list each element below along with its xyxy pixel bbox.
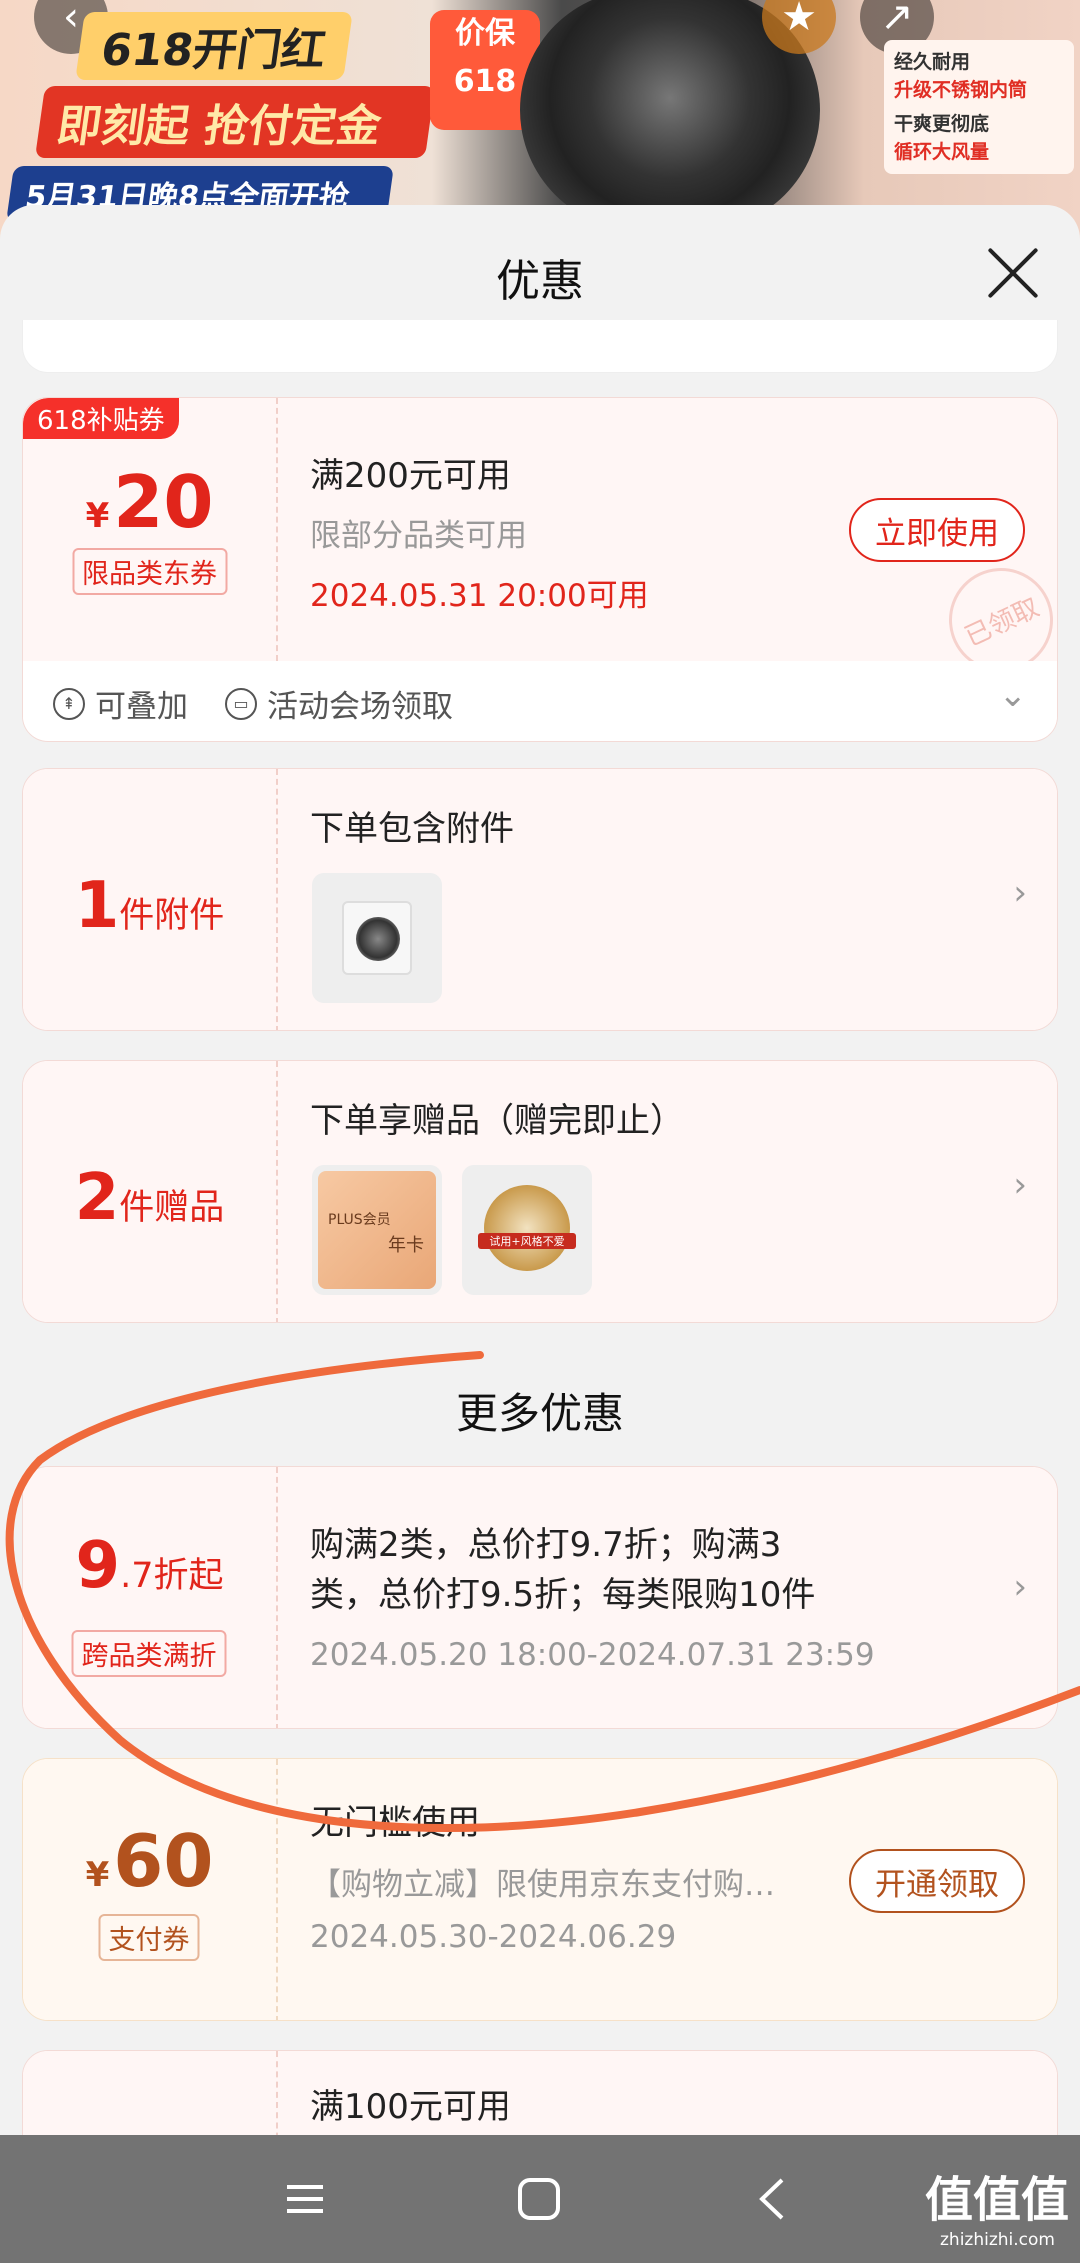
chevron-down-icon[interactable]: ⌄ — [999, 675, 1028, 715]
coupon-footer: ⇞ 可叠加 ▭ 活动会场领取 ⌄ — [23, 661, 1057, 737]
more-discounts-title: 更多优惠 — [455, 1389, 624, 1438]
gift-thumbnail-plus[interactable]: PLUS会员 年卡 — [312, 1165, 442, 1295]
plus-card-label: PLUS会员 — [328, 1212, 391, 1228]
plus-card-year: 年卡 — [388, 1235, 424, 1256]
chevron-right-icon[interactable]: › — [1013, 1165, 1027, 1205]
currency-symbol: ¥ — [85, 496, 110, 536]
home-square-icon — [518, 2178, 560, 2220]
coupon-right: 满200元可用 限部分品类可用 2024.05.31 20:00可用 立即使用 … — [310, 398, 1057, 690]
pay-coupon-type: 支付券 — [98, 1914, 200, 1961]
gift-card[interactable]: 2件赠品 下单享赠品（赠完即止） PLUS会员 年卡 试用+风格不爱 › — [22, 1060, 1058, 1323]
count-unit: 件附件 — [119, 896, 225, 936]
source-item: ▭ 活动会场领取 — [225, 681, 453, 726]
accessory-card[interactable]: 1件附件 下单包含附件 › — [22, 768, 1058, 1031]
promo-line-1: 618开门红 — [75, 12, 353, 80]
recent-apps-button[interactable] — [275, 2169, 335, 2229]
coupon-type: 限品类东券 — [72, 548, 227, 595]
chevron-right-icon[interactable]: › — [1013, 873, 1027, 913]
ticket-icon: ▭ — [225, 687, 257, 720]
coupon-amount: ¥20 — [23, 460, 276, 544]
stackable-label: 可叠加 — [95, 689, 188, 725]
close-icon[interactable] — [983, 243, 1043, 303]
star-icon: ★ — [781, 0, 817, 40]
washer-image — [342, 901, 412, 975]
system-nav-bar — [0, 2135, 1080, 2263]
payment-coupon-card[interactable]: ¥60 支付券 无门槛使用 【购物立减】限使用京东支付购… 2024.05.30… — [22, 1758, 1058, 2021]
stack-icon: ⇞ — [53, 687, 85, 720]
count-number: 1 — [74, 869, 120, 943]
count-unit: 件赠品 — [119, 1188, 225, 1228]
amount-value: 60 — [113, 1819, 214, 1903]
discount-small: .7折起 — [120, 1556, 224, 1596]
feature-list: 经久耐用 升级不锈钢内筒 干爽更彻底 循环大风量 — [884, 40, 1074, 174]
discount-time: 2024.05.20 18:00-2024.07.31 23:59 — [310, 1637, 875, 1673]
dashed-divider — [276, 1061, 278, 1322]
dashed-divider — [276, 1467, 278, 1728]
use-now-button[interactable]: 立即使用 — [849, 498, 1025, 562]
partial-coupon-title: 满100元可用 — [310, 2087, 511, 2127]
coupon-card-618[interactable]: 618补贴券 ¥20 限品类东券 满200元可用 限部分品类可用 2024.05… — [22, 397, 1058, 742]
coupon-tag: 618补贴券 — [23, 398, 179, 439]
pay-coupon-title: 无门槛使用 — [310, 1803, 480, 1843]
dashed-divider — [276, 2051, 278, 2135]
menu-icon — [287, 2185, 323, 2213]
product-banner: ‹ 618开门红 即刻起 抢付定金 5月31日晚8点全面开抢 价保 618 ★ … — [0, 0, 1080, 240]
dashed-divider — [276, 769, 278, 1030]
gift-count: 2件赠品 — [23, 1161, 276, 1235]
gift-thumbnail-badge[interactable]: 试用+风格不爱 — [462, 1165, 592, 1295]
coupon-left: 618补贴券 ¥20 限品类东券 — [23, 398, 276, 661]
accessory-count: 1件附件 — [23, 869, 276, 943]
previous-card-clipped — [22, 320, 1058, 373]
dashed-divider — [276, 1759, 278, 2020]
currency-symbol: ¥ — [85, 1855, 110, 1895]
share-icon: ↗ — [880, 0, 914, 40]
feature-title: 经久耐用 — [894, 51, 971, 73]
discount-sheet: 优惠 618补贴券 ¥20 限品类东券 满200元可用 限部分品类可用 2024… — [0, 205, 1080, 2135]
gift-title: 下单享赠品（赠完即止） — [310, 1101, 684, 1141]
count-number: 2 — [74, 1161, 120, 1235]
feature-title: 干爽更彻底 — [894, 113, 990, 135]
plus-card-image: PLUS会员 年卡 — [318, 1171, 436, 1289]
accessory-thumbnail[interactable] — [312, 873, 442, 1003]
accessory-title: 下单包含附件 — [310, 809, 514, 849]
stackable-item: ⇞ 可叠加 — [53, 681, 188, 726]
discount-value: 9.7折起 — [23, 1529, 276, 1603]
promo-line-2: 即刻起 抢付定金 — [34, 86, 436, 158]
promo-block: 618开门红 即刻起 抢付定金 5月31日晚8点全面开抢 — [6, 12, 436, 222]
feature-sub: 升级不锈钢内筒 — [894, 79, 1028, 101]
coupon-title: 满200元可用 — [310, 456, 511, 496]
pay-coupon-amount: ¥60 — [23, 1819, 276, 1903]
gold-badge-image: 试用+风格不爱 — [478, 1185, 576, 1271]
watermark-logo: 值值值 — [925, 2172, 1070, 2228]
badge-label: 试用+风格不爱 — [478, 1233, 576, 1249]
pay-coupon-sub: 【购物立减】限使用京东支付购… — [310, 1867, 775, 1903]
back-nav-button[interactable] — [742, 2169, 802, 2229]
coupon-sub: 限部分品类可用 — [310, 518, 527, 554]
amount-value: 20 — [113, 460, 214, 544]
watermark-site: zhizhizhi.com — [940, 2230, 1055, 2250]
activate-claim-button[interactable]: 开通领取 — [849, 1849, 1025, 1913]
chevron-right-icon[interactable]: › — [1013, 1567, 1027, 1607]
source-label: 活动会场领取 — [267, 689, 453, 725]
discount-type: 跨品类满折 — [71, 1630, 227, 1677]
dashed-divider — [276, 398, 278, 661]
feature-sub: 循环大风量 — [894, 141, 990, 163]
back-chevron-icon — [759, 2178, 784, 2220]
discount-big: 9 — [75, 1529, 121, 1603]
discount-card[interactable]: 9.7折起 跨品类满折 购满2类，总价打9.7折；购满3 类，总价打9.5折；每… — [22, 1466, 1058, 1729]
home-button[interactable] — [509, 2169, 569, 2229]
sheet-title: 优惠 — [496, 256, 584, 307]
discount-desc-2: 类，总价打9.5折；每类限购10件 — [310, 1575, 816, 1615]
coupon-time: 2024.05.31 20:00可用 — [310, 578, 649, 614]
pay-coupon-time: 2024.05.30-2024.06.29 — [310, 1919, 677, 1955]
coupon-card-partial[interactable]: 满100元可用 — [22, 2050, 1058, 2135]
discount-desc-1: 购满2类，总价打9.7折；购满3 — [310, 1525, 782, 1565]
